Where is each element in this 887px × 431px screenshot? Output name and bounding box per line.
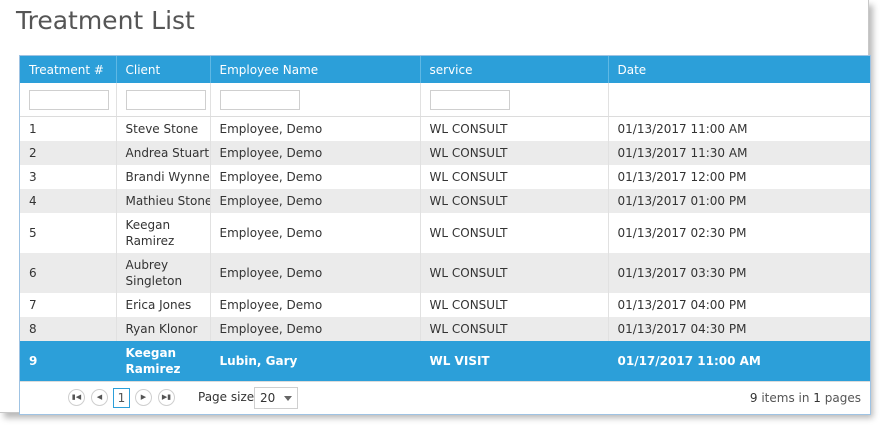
next-page-icon[interactable]: ▶ — [135, 389, 152, 406]
items-count: 9 — [749, 391, 758, 405]
filter-input-client[interactable] — [125, 89, 206, 110]
filter-cell-date — [607, 83, 870, 117]
cell-service: WL CONSULT — [419, 317, 608, 341]
filter-row — [20, 83, 870, 117]
cell-client: Keegan Ramirez — [115, 213, 210, 253]
previous-page-icon[interactable]: ◀ — [91, 389, 108, 406]
last-page-icon[interactable]: ▶▮ — [158, 389, 175, 406]
cell-client: Steve Stone — [115, 116, 210, 141]
cell-treatment-number: 7 — [29, 298, 37, 312]
current-page[interactable]: 1 — [113, 388, 130, 408]
cell-client: Keegan Ramirez — [115, 341, 210, 381]
cell-date: 01/13/2017 04:30 PM — [607, 317, 870, 341]
table-row[interactable]: 5 Keegan Ramirez Employee, Demo WL CONSU… — [20, 213, 870, 253]
column-header-date[interactable]: Date — [607, 56, 870, 83]
table-row[interactable]: 7 Erica Jones Employee, Demo WL CONSULT … — [20, 293, 870, 317]
filter-cell-employee-name — [209, 83, 420, 117]
filter-cell-service — [419, 83, 608, 117]
cell-service: WL CONSULT — [419, 165, 608, 189]
cell-employee-name: Employee, Demo — [209, 165, 420, 189]
items-in-text: items in — [761, 391, 810, 405]
cell-date: 01/17/2017 11:00 AM — [607, 341, 870, 381]
cell-employee-name: Employee, Demo — [209, 293, 420, 317]
pages-count: 1 — [813, 391, 821, 405]
column-header-client[interactable]: Client — [115, 56, 210, 83]
cell-service: WL CONSULT — [419, 141, 608, 165]
table-row[interactable]: 2 Andrea Stuart Employee, Demo WL CONSUL… — [20, 141, 870, 165]
table-row[interactable]: 4 Mathieu Stone Employee, Demo WL CONSUL… — [20, 189, 870, 213]
cell-client: Andrea Stuart — [115, 141, 210, 165]
filter-cell-treatment-number — [20, 83, 116, 117]
grid-body: 1 Steve Stone Employee, Demo WL CONSULT … — [20, 116, 870, 381]
cell-date: 01/13/2017 02:30 PM — [607, 213, 870, 253]
page-size-value: 20 — [260, 391, 276, 405]
cell-service: WL CONSULT — [419, 253, 608, 293]
cell-treatment-number: 1 — [29, 122, 37, 136]
pager-info: 9 items in 1 pages — [750, 391, 861, 405]
cell-employee-name: Employee, Demo — [209, 317, 420, 341]
filter-input-treatment-number[interactable] — [29, 89, 109, 110]
pages-text: pages — [824, 391, 861, 405]
pager: ▮◀ ◀ 1 ▶ ▶▮ Page size: 20 9 items in 1 p… — [20, 381, 870, 414]
page-title: Treatment List — [16, 6, 195, 35]
column-header-service[interactable]: service — [419, 56, 608, 83]
header-row: Treatment # Client Employee Name service… — [20, 56, 870, 83]
cell-client: Erica Jones — [115, 293, 210, 317]
cell-treatment-number: 2 — [20, 141, 116, 165]
chevron-down-icon — [284, 396, 292, 401]
cell-client: Aubrey Singleton — [115, 253, 210, 293]
table-row-selected[interactable]: 9 Keegan Ramirez Lubin, Gary WL VISIT 01… — [20, 341, 870, 381]
cell-date: 01/13/2017 11:30 AM — [607, 141, 870, 165]
cell-client: Ryan Klonor — [115, 317, 210, 341]
cell-treatment-number: 9 — [20, 341, 116, 381]
cell-client: Mathieu Stone — [115, 189, 210, 213]
cell-service: WL CONSULT — [419, 213, 608, 253]
cell-service: WL VISIT — [419, 341, 608, 381]
cell-service: WL CONSULT — [419, 189, 608, 213]
cell-treatment-number: 6 — [20, 253, 116, 293]
cell-date: 01/13/2017 01:00 PM — [607, 189, 870, 213]
treatment-list-window: Treatment List Treatment # Client Employ… — [0, 0, 871, 415]
filter-input-employee-name[interactable] — [219, 89, 300, 110]
cell-employee-name: Employee, Demo — [209, 253, 420, 293]
first-page-icon[interactable]: ▮◀ — [68, 389, 85, 406]
filter-input-service[interactable] — [429, 89, 510, 110]
cell-date: 01/13/2017 03:30 PM — [607, 253, 870, 293]
cell-employee-name: Employee, Demo — [209, 141, 420, 165]
cell-date: 01/13/2017 12:00 PM — [607, 165, 870, 189]
table-row[interactable]: 3 Brandi Wynne Employee, Demo WL CONSULT… — [20, 165, 870, 189]
column-header-employee-name[interactable]: Employee Name — [209, 56, 420, 83]
cell-employee-name: Employee, Demo — [209, 189, 420, 213]
cell-service: WL CONSULT — [419, 293, 608, 317]
table-row[interactable]: 8 Ryan Klonor Employee, Demo WL CONSULT … — [20, 317, 870, 341]
page-size-dropdown[interactable]: 20 — [254, 387, 298, 409]
page-size-label: Page size: — [198, 390, 259, 404]
cell-treatment-number: 4 — [20, 189, 116, 213]
cell-date: 01/13/2017 11:00 AM — [607, 116, 870, 141]
column-header-treatment-number[interactable]: Treatment # — [20, 56, 116, 83]
cell-treatment-number: 5 — [29, 226, 37, 240]
table-row[interactable]: 6 Aubrey Singleton Employee, Demo WL CON… — [20, 253, 870, 293]
cell-treatment-number: 8 — [20, 317, 116, 341]
cell-service: WL CONSULT — [419, 116, 608, 141]
cell-employee-name: Employee, Demo — [209, 116, 420, 141]
treatment-grid: Treatment # Client Employee Name service… — [19, 55, 871, 415]
cell-employee-name: Employee, Demo — [209, 213, 420, 253]
filter-cell-client — [115, 83, 210, 117]
cell-treatment-number: 3 — [29, 170, 37, 184]
cell-employee-name: Lubin, Gary — [209, 341, 420, 381]
cell-client: Brandi Wynne — [115, 165, 210, 189]
table-row[interactable]: 1 Steve Stone Employee, Demo WL CONSULT … — [20, 116, 870, 141]
cell-date: 01/13/2017 04:00 PM — [607, 293, 870, 317]
treatment-table: Treatment # Client Employee Name service… — [20, 56, 870, 381]
